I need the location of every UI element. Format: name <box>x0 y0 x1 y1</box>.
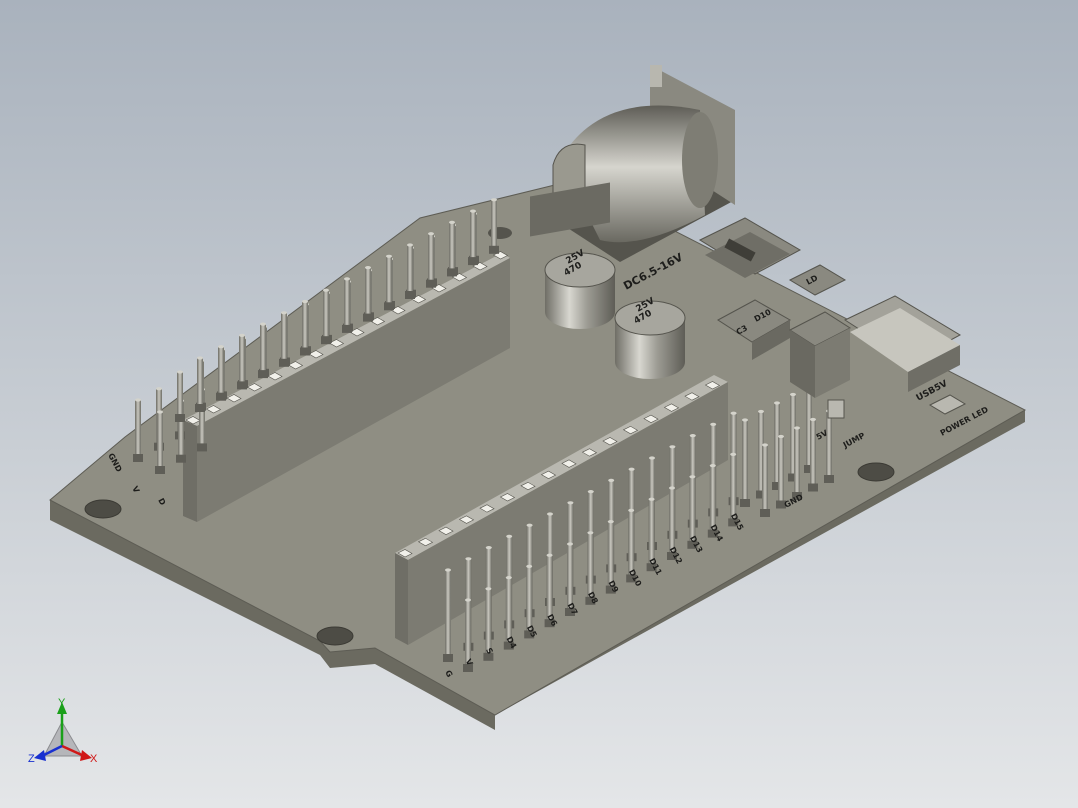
x-axis-label: X <box>90 753 98 765</box>
pcb-3d-render: 25V 470 25V 470 D10 C3 LD DC6.5-16V USB5… <box>28 65 1027 765</box>
y-axis-label: Y <box>58 697 66 709</box>
mount-hole-right <box>857 462 895 482</box>
smd-ic-ld: LD <box>788 264 847 296</box>
electrolytic-capacitor-b: 25V 470 <box>614 296 686 379</box>
z-axis-label: Z <box>28 753 35 765</box>
mount-hole-left <box>84 499 122 519</box>
cad-viewport[interactable]: 25V 470 25V 470 D10 C3 LD DC6.5-16V USB5… <box>0 0 1078 808</box>
mount-hole-bottom <box>316 626 354 646</box>
axis-triad: Y X Z <box>28 697 98 765</box>
